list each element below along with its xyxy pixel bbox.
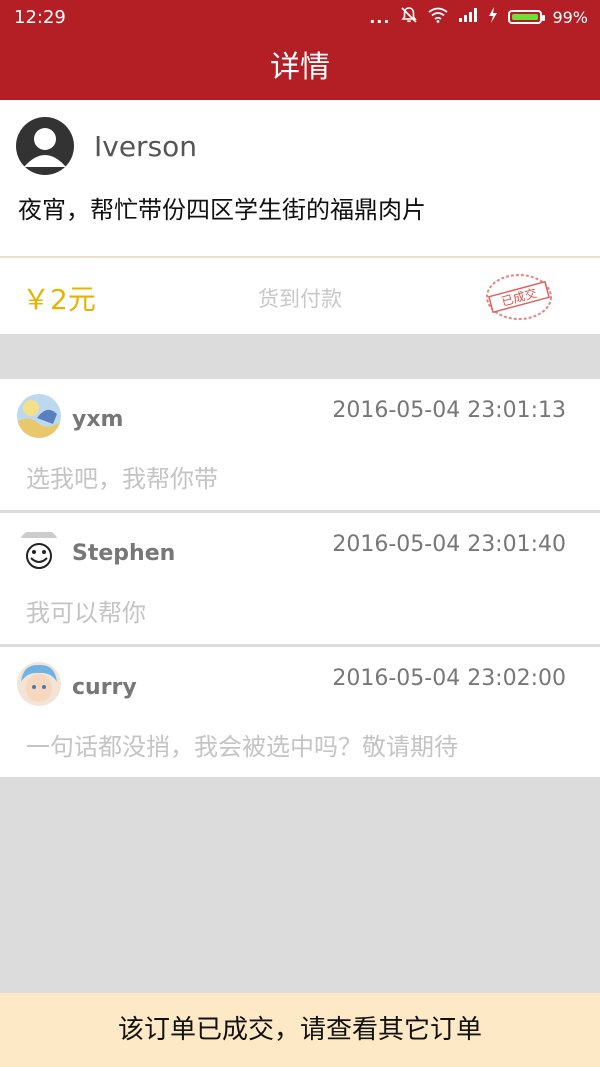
avatar[interactable] xyxy=(17,662,61,706)
user-avatar-icon[interactable] xyxy=(16,117,74,175)
avatar[interactable] xyxy=(17,528,61,572)
comment-item[interactable]: Stephen 2016-05-04 23:01:40 我可以帮你 xyxy=(0,513,600,644)
comment-text: 选我吧，我帮你带 xyxy=(26,465,218,493)
post-text: 夜宵，帮忙带份四区学生街的福鼎肉片 xyxy=(18,196,426,224)
deal-done-stamp: 已成交 xyxy=(484,272,554,322)
signal-icon xyxy=(458,7,478,27)
post-author-name: Iverson xyxy=(94,130,198,163)
page-title: 详情 xyxy=(0,35,600,100)
comment-author: yxm xyxy=(72,407,124,432)
comment-time: 2016-05-04 23:01:40 xyxy=(332,532,566,557)
battery-percent: 99% xyxy=(552,7,588,27)
status-time: 12:29 xyxy=(14,7,66,28)
comment-author: curry xyxy=(72,675,137,700)
deal-closed-banner: 该订单已成交，请查看其它订单 xyxy=(0,993,600,1067)
status-icons: ... 99% xyxy=(369,6,588,28)
price-bar: ￥2元 货到付款 已成交 xyxy=(0,257,600,334)
comment-author: Stephen xyxy=(72,541,176,566)
status-bar: 12:29 ... 99% xyxy=(0,0,600,35)
comment-item[interactable]: curry 2016-05-04 23:02:00 一句话都没捎，我会被选中吗？… xyxy=(0,647,600,777)
avatar[interactable] xyxy=(17,394,61,438)
battery-icon xyxy=(508,10,546,24)
dots-icon: ... xyxy=(369,7,391,27)
comment-text: 我可以帮你 xyxy=(26,599,146,627)
comment-text: 一句话都没捎，我会被选中吗？敬请期待 xyxy=(26,733,458,761)
comment-time: 2016-05-04 23:02:00 xyxy=(332,666,566,691)
charging-icon xyxy=(488,7,498,27)
mute-bell-icon xyxy=(400,6,418,28)
comment-list: yxm 2016-05-04 23:01:13 选我吧，我帮你带 Stephen… xyxy=(0,379,600,777)
wifi-icon xyxy=(428,7,448,27)
comment-item[interactable]: yxm 2016-05-04 23:01:13 选我吧，我帮你带 xyxy=(0,379,600,510)
comment-time: 2016-05-04 23:01:13 xyxy=(332,398,566,423)
post-card: Iverson 夜宵，帮忙带份四区学生街的福鼎肉片 xyxy=(0,100,600,256)
